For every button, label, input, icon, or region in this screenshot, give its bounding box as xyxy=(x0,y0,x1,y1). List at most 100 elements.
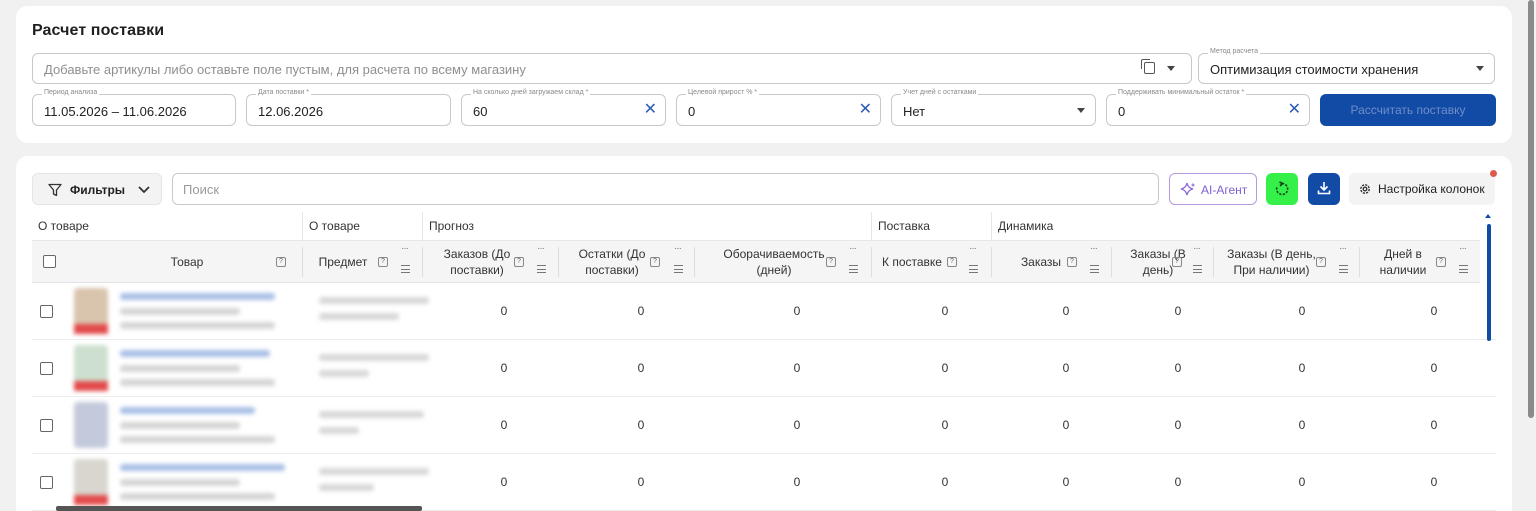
min-stock-field[interactable]: Поддерживать минимальный остаток * 0 ✕ xyxy=(1106,88,1310,126)
funnel-icon xyxy=(48,183,62,197)
cell-orders-day: 0 xyxy=(1174,475,1182,489)
more-icon[interactable]: ··· xyxy=(1193,243,1201,254)
more-icon[interactable]: ··· xyxy=(537,243,545,254)
more-icon[interactable]: ··· xyxy=(1459,243,1467,254)
col-days-avail[interactable]: Дней в наличии xyxy=(1359,241,1447,283)
growth-field[interactable]: Целевой прирост % * 0 ✕ xyxy=(676,88,881,126)
product-name-link[interactable] xyxy=(120,293,275,300)
menu-icon[interactable] xyxy=(1193,265,1202,273)
help-icon[interactable]: ? xyxy=(1436,257,1446,267)
subject-text xyxy=(319,411,424,418)
row-checkbox[interactable] xyxy=(40,305,53,318)
refresh-button[interactable] xyxy=(1266,173,1298,205)
subject-text xyxy=(319,427,359,434)
select-all-checkbox[interactable] xyxy=(43,255,56,268)
product-meta xyxy=(120,436,275,443)
cell-stock: 0 xyxy=(637,361,645,375)
product-meta xyxy=(120,493,275,500)
date-value: 12.06.2026 xyxy=(258,104,324,119)
more-icon[interactable]: ··· xyxy=(1339,243,1347,254)
product-meta xyxy=(120,479,240,486)
supply-calc-card: Расчет поставки Добавьте артикулы либо о… xyxy=(16,6,1512,143)
product-thumbnail[interactable] xyxy=(74,288,108,334)
row-checkbox[interactable] xyxy=(40,476,53,489)
table-row[interactable]: 0 0 0 0 0 0 0 0 xyxy=(32,397,1496,454)
more-icon[interactable]: ··· xyxy=(401,243,409,254)
menu-icon[interactable] xyxy=(401,265,410,273)
table-card: Фильтры Поиск AI-Агент Настройка колонок xyxy=(16,156,1512,511)
col-product[interactable]: Товар xyxy=(72,241,302,283)
product-thumbnail[interactable] xyxy=(74,402,108,448)
date-field[interactable]: Дата поставки * 12.06.2026 xyxy=(246,88,451,126)
column-settings-button[interactable]: Настройка колонок xyxy=(1349,173,1495,205)
notification-dot xyxy=(1490,170,1497,177)
min-stock-label: Поддерживать минимальный остаток * xyxy=(1116,88,1247,98)
min-stock-value: 0 xyxy=(1118,104,1126,119)
scroll-up-arrow[interactable] xyxy=(1485,214,1491,218)
menu-icon[interactable] xyxy=(969,265,978,273)
table-row[interactable]: 0 0 0 0 0 0 0 0 xyxy=(32,454,1496,511)
table-row[interactable]: 0 0 0 0 0 0 0 0 xyxy=(32,340,1496,397)
gear-icon xyxy=(1360,184,1370,194)
articles-input[interactable]: Добавьте артикулы либо оставьте поле пус… xyxy=(32,53,1192,84)
menu-icon[interactable] xyxy=(1459,265,1468,273)
menu-icon[interactable] xyxy=(674,265,683,273)
cell-to-supply: 0 xyxy=(941,475,949,489)
more-icon[interactable]: ··· xyxy=(849,243,857,254)
product-name-link[interactable] xyxy=(120,464,285,471)
clear-icon[interactable]: ✕ xyxy=(859,101,872,119)
search-input[interactable]: Поиск xyxy=(172,173,1159,205)
col-orders-day[interactable]: Заказы (В день) xyxy=(1111,241,1205,283)
filters-label: Фильтры xyxy=(70,183,126,197)
product-thumbnail[interactable] xyxy=(74,459,108,505)
product-name-link[interactable] xyxy=(120,407,255,414)
help-icon[interactable]: ? xyxy=(947,257,957,267)
menu-icon[interactable] xyxy=(1339,265,1348,273)
help-icon[interactable]: ? xyxy=(1172,257,1182,267)
cell-orders: 0 xyxy=(500,418,508,432)
table-row[interactable]: 0 0 0 0 0 0 0 0 xyxy=(32,283,1496,340)
download-button[interactable] xyxy=(1308,173,1340,205)
filters-button[interactable]: Фильтры xyxy=(32,173,162,205)
download-icon xyxy=(1317,182,1331,195)
product-name-link[interactable] xyxy=(120,350,270,357)
calculate-button[interactable]: Рассчитать поставку xyxy=(1320,94,1496,126)
stock-days-select[interactable]: Учет дней с остатками Нет xyxy=(891,88,1096,126)
row-checkbox[interactable] xyxy=(40,362,53,375)
menu-icon[interactable] xyxy=(1090,265,1099,273)
days-field[interactable]: На сколько дней загружаем склад * 60 ✕ xyxy=(461,88,666,126)
period-field[interactable]: Период анализа 11.05.2026 – 11.06.2026 xyxy=(32,88,236,126)
col-orders-day-avail[interactable]: Заказы (В день, При наличии) xyxy=(1213,241,1330,283)
ai-agent-button[interactable]: AI-Агент xyxy=(1169,173,1257,205)
help-icon[interactable]: ? xyxy=(1067,257,1077,267)
cell-turnover: 0 xyxy=(793,475,801,489)
clear-icon[interactable]: ✕ xyxy=(644,101,657,119)
help-icon[interactable]: ? xyxy=(1316,257,1326,267)
method-select[interactable]: Метод расчета Оптимизация стоимости хран… xyxy=(1198,47,1495,84)
page-scrollbar[interactable] xyxy=(1528,0,1534,418)
more-icon[interactable]: ··· xyxy=(969,243,977,254)
help-icon[interactable]: ? xyxy=(826,257,836,267)
help-icon[interactable]: ? xyxy=(650,257,660,267)
help-icon[interactable]: ? xyxy=(276,257,286,267)
menu-icon[interactable] xyxy=(849,265,858,273)
menu-icon[interactable] xyxy=(537,265,546,273)
cell-to-supply: 0 xyxy=(941,418,949,432)
horizontal-scrollbar[interactable] xyxy=(56,506,422,511)
cell-orders-dyn: 0 xyxy=(1062,361,1070,375)
copy-icon[interactable] xyxy=(1141,59,1155,74)
help-icon[interactable]: ? xyxy=(514,257,524,267)
more-icon[interactable]: ··· xyxy=(674,243,682,254)
more-icon[interactable]: ··· xyxy=(1090,243,1098,254)
cell-orders-day-avail: 0 xyxy=(1298,361,1306,375)
help-icon[interactable]: ? xyxy=(378,257,388,267)
cell-days-avail: 0 xyxy=(1430,418,1438,432)
chevron-down-icon[interactable] xyxy=(1167,66,1175,71)
col-subject[interactable]: Предмет xyxy=(302,241,384,283)
table-scrollbar[interactable] xyxy=(1487,224,1491,341)
clear-icon[interactable]: ✕ xyxy=(1288,101,1301,119)
col-to-supply[interactable]: К поставке xyxy=(871,241,953,283)
group-about-product: О товаре xyxy=(32,212,302,241)
product-thumbnail[interactable] xyxy=(74,345,108,391)
row-checkbox[interactable] xyxy=(40,419,53,432)
